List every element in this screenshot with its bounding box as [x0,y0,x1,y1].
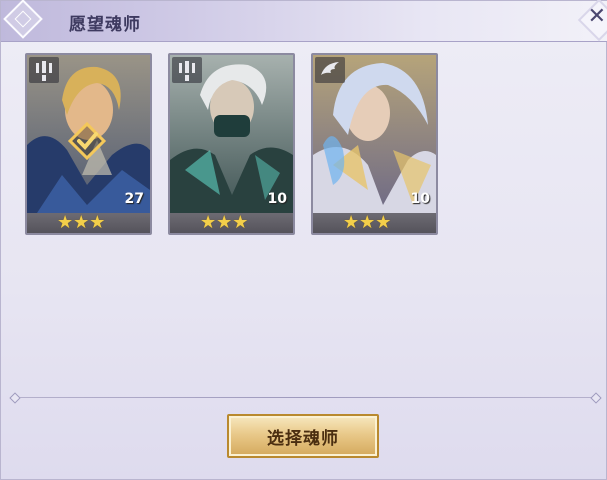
wish-soulmaster-dialog: 愿望魂师 ✕ ★★★ 27 ★★★ 10 ★★★ 10 选择魂师 [0,0,607,480]
divider-end-ornament [590,392,602,404]
star-rating: ★★★ [57,212,106,233]
star-rating: ★★★ [343,212,392,233]
soulmaster-card-3[interactable]: ★★★ 10 [311,53,438,235]
card-level: 10 [410,191,430,207]
diamond-emblem-icon [3,0,43,39]
title-bar: 愿望魂师 ✕ [1,0,607,42]
card-level: 10 [267,191,287,207]
card-level: 27 [124,191,144,207]
soulmaster-card-1[interactable]: ★★★ 27 [25,53,152,235]
footer-divider [13,397,595,398]
select-soulmaster-button[interactable]: 选择魂师 [227,414,379,458]
tower-icon [29,57,59,83]
close-icon[interactable]: ✕ [588,6,606,28]
star-rating: ★★★ [200,212,249,233]
selected-check-icon [67,121,107,161]
divider-end-ornament [9,392,21,404]
wing-icon [315,57,345,83]
soulmaster-card-2[interactable]: ★★★ 10 [168,53,295,235]
select-soulmaster-label: 选择魂师 [267,428,339,449]
dialog-title: 愿望魂师 [69,15,141,35]
tower-icon [172,57,202,83]
